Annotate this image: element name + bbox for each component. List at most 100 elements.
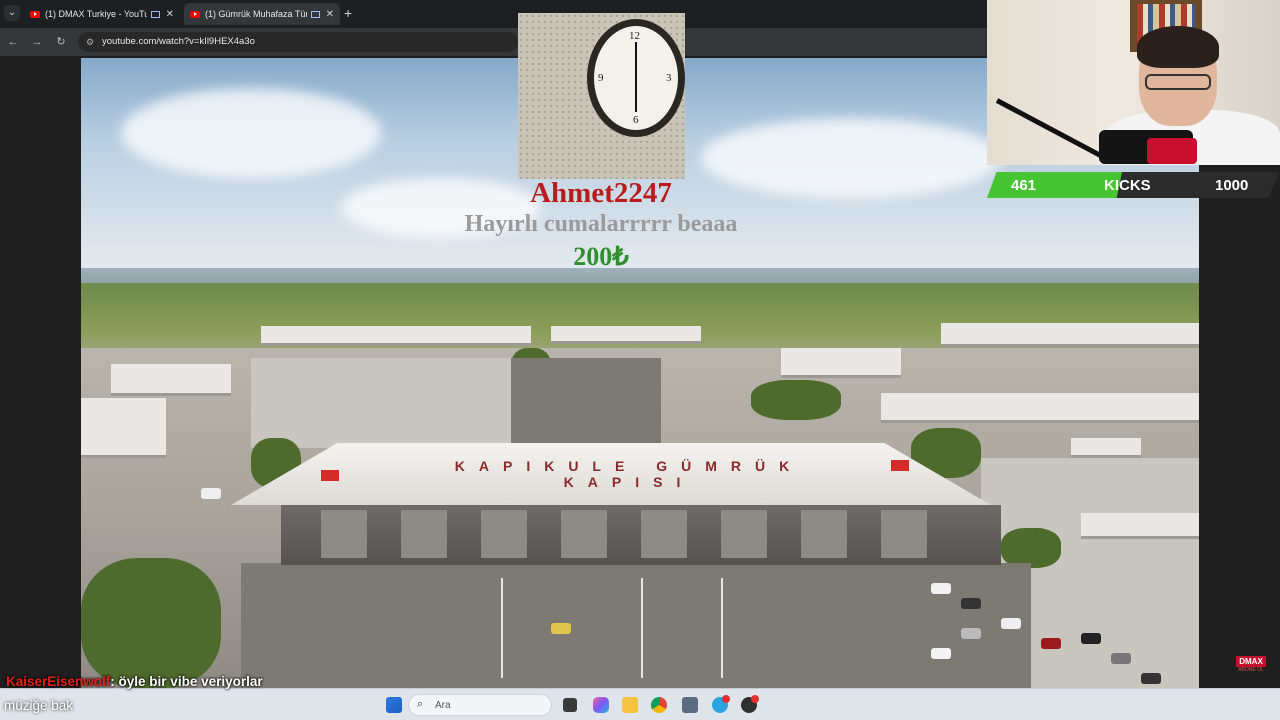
address-bar[interactable]: ⚙ youtube.com/watch?v=kIl9HEX4a3o — [78, 32, 518, 52]
building — [111, 364, 231, 396]
lane-marking — [641, 578, 643, 678]
task-view-icon[interactable] — [563, 698, 577, 712]
kicks-goal-bar: 461 KICKS 1000 — [987, 172, 1280, 198]
windows-taskbar: ⌕ Ara — [0, 688, 1280, 720]
clock-face: 12 3 6 9 — [594, 26, 678, 130]
chat-message: KaiserEisenwolf: öyle bir vibe veriyorla… — [6, 674, 263, 689]
reload-icon[interactable]: ↻ — [54, 35, 68, 49]
back-arrow-icon[interactable]: ← — [6, 35, 20, 49]
clock-icon: 12 3 6 9 — [587, 19, 685, 137]
snipping-tool-icon[interactable] — [682, 697, 698, 713]
tab-dmax-turkiye[interactable]: (1) DMAX Turkiye - YouTube ✕ — [24, 3, 180, 25]
car — [931, 648, 951, 659]
url-text: youtube.com/watch?v=kIl9HEX4a3o — [102, 36, 255, 47]
truck-trailer — [1081, 513, 1199, 539]
parking-lot — [251, 358, 511, 448]
microphone-grille — [1147, 138, 1197, 164]
car — [1081, 633, 1101, 644]
goal-target: 1000 — [1215, 177, 1249, 194]
youtube-icon — [190, 10, 200, 18]
car — [1111, 653, 1131, 664]
car — [961, 598, 981, 609]
car — [551, 623, 571, 634]
site-info-icon[interactable]: ⚙ — [84, 36, 96, 48]
windows-start-icon[interactable] — [386, 697, 402, 713]
clock-numeral: 9 — [598, 72, 604, 84]
donation-amount: 200₺ — [573, 242, 629, 271]
tree — [81, 558, 221, 688]
dmax-logo: DMAX — [1236, 656, 1266, 667]
clock-numeral: 6 — [633, 114, 639, 126]
approach-road — [511, 358, 661, 448]
media-cast-icon — [310, 10, 320, 18]
customs-gate-sign: KAPIKULE GÜMRÜK KAPISI — [454, 458, 804, 490]
recording-badge — [751, 695, 759, 703]
car — [931, 583, 951, 594]
building — [881, 393, 1199, 423]
search-icon: ⌕ — [417, 698, 424, 710]
search-placeholder: Ara — [435, 700, 451, 711]
tab-search-icon[interactable]: ⌄ — [4, 5, 20, 21]
truck-trailer — [1071, 438, 1141, 458]
building — [261, 326, 531, 346]
turkish-flag-icon — [321, 470, 339, 481]
glasses — [1145, 74, 1211, 90]
goal-fill — [987, 172, 1123, 198]
goal-current: 461 — [1011, 177, 1037, 194]
cloud — [121, 88, 381, 178]
clock-hand — [635, 42, 637, 78]
mic-arm — [995, 98, 1105, 160]
plaza-road — [241, 563, 1031, 688]
clock-numeral: 3 — [666, 72, 672, 84]
toll-booth — [721, 510, 767, 558]
toll-booth — [481, 510, 527, 558]
toll-booth — [801, 510, 847, 558]
lane-marking — [501, 578, 503, 678]
tab-label: (1) Gümrük Muhafaza Türkiye — [205, 9, 307, 19]
chat-username: KaiserEisenwolf — [6, 674, 111, 689]
dmax-subscribe: ABONE OL — [1238, 667, 1264, 673]
car — [1041, 638, 1061, 649]
new-tab-plus-icon[interactable]: + — [344, 5, 352, 21]
tree — [751, 380, 841, 420]
turkish-flag-icon — [891, 460, 909, 471]
youtube-icon — [30, 10, 40, 18]
toll-booth — [321, 510, 367, 558]
building — [551, 326, 701, 344]
donation-message: Hayırlı cumalarrrrr beaaa — [464, 211, 738, 237]
notification-badge — [722, 695, 730, 703]
clock-hand — [635, 78, 637, 112]
car — [1141, 673, 1161, 684]
tab-gumruk-muhafaza[interactable]: (1) Gümrük Muhafaza Türkiye ✕ — [184, 3, 340, 25]
car — [1001, 618, 1021, 629]
media-cast-icon — [150, 10, 160, 18]
car — [961, 628, 981, 639]
tree — [1001, 528, 1061, 568]
streamer-hair — [1137, 26, 1219, 68]
donation-image: 12 3 6 9 — [518, 13, 685, 179]
building — [781, 348, 901, 378]
building — [81, 398, 166, 458]
building — [941, 323, 1199, 347]
toll-booth — [401, 510, 447, 558]
screen: ⌄ (1) DMAX Turkiye - YouTube ✕ (1) Gümrü… — [0, 0, 1280, 720]
goal-label: KICKS — [1104, 177, 1151, 194]
forward-arrow-icon[interactable]: → — [30, 35, 44, 49]
toll-booth — [881, 510, 927, 558]
clock-numeral: 12 — [629, 30, 640, 42]
toll-booth — [641, 510, 687, 558]
tab-label: (1) DMAX Turkiye - YouTube — [45, 9, 147, 19]
donation-name: Ahmet2247 — [530, 177, 672, 209]
close-icon[interactable]: ✕ — [326, 9, 334, 20]
copilot-icon[interactable] — [593, 697, 609, 713]
toll-booth — [561, 510, 607, 558]
lane-marking — [721, 578, 723, 678]
streamer-webcam — [987, 0, 1280, 165]
car — [201, 488, 221, 499]
close-icon[interactable]: ✕ — [166, 9, 174, 20]
chat-text: : öyle bir vibe veriyorlar — [110, 674, 263, 689]
file-explorer-icon[interactable] — [622, 697, 638, 713]
taskbar-search[interactable]: ⌕ Ara — [408, 694, 552, 716]
chrome-icon[interactable] — [651, 697, 667, 713]
chat-message-continuation: müziğe bak — [4, 698, 74, 713]
